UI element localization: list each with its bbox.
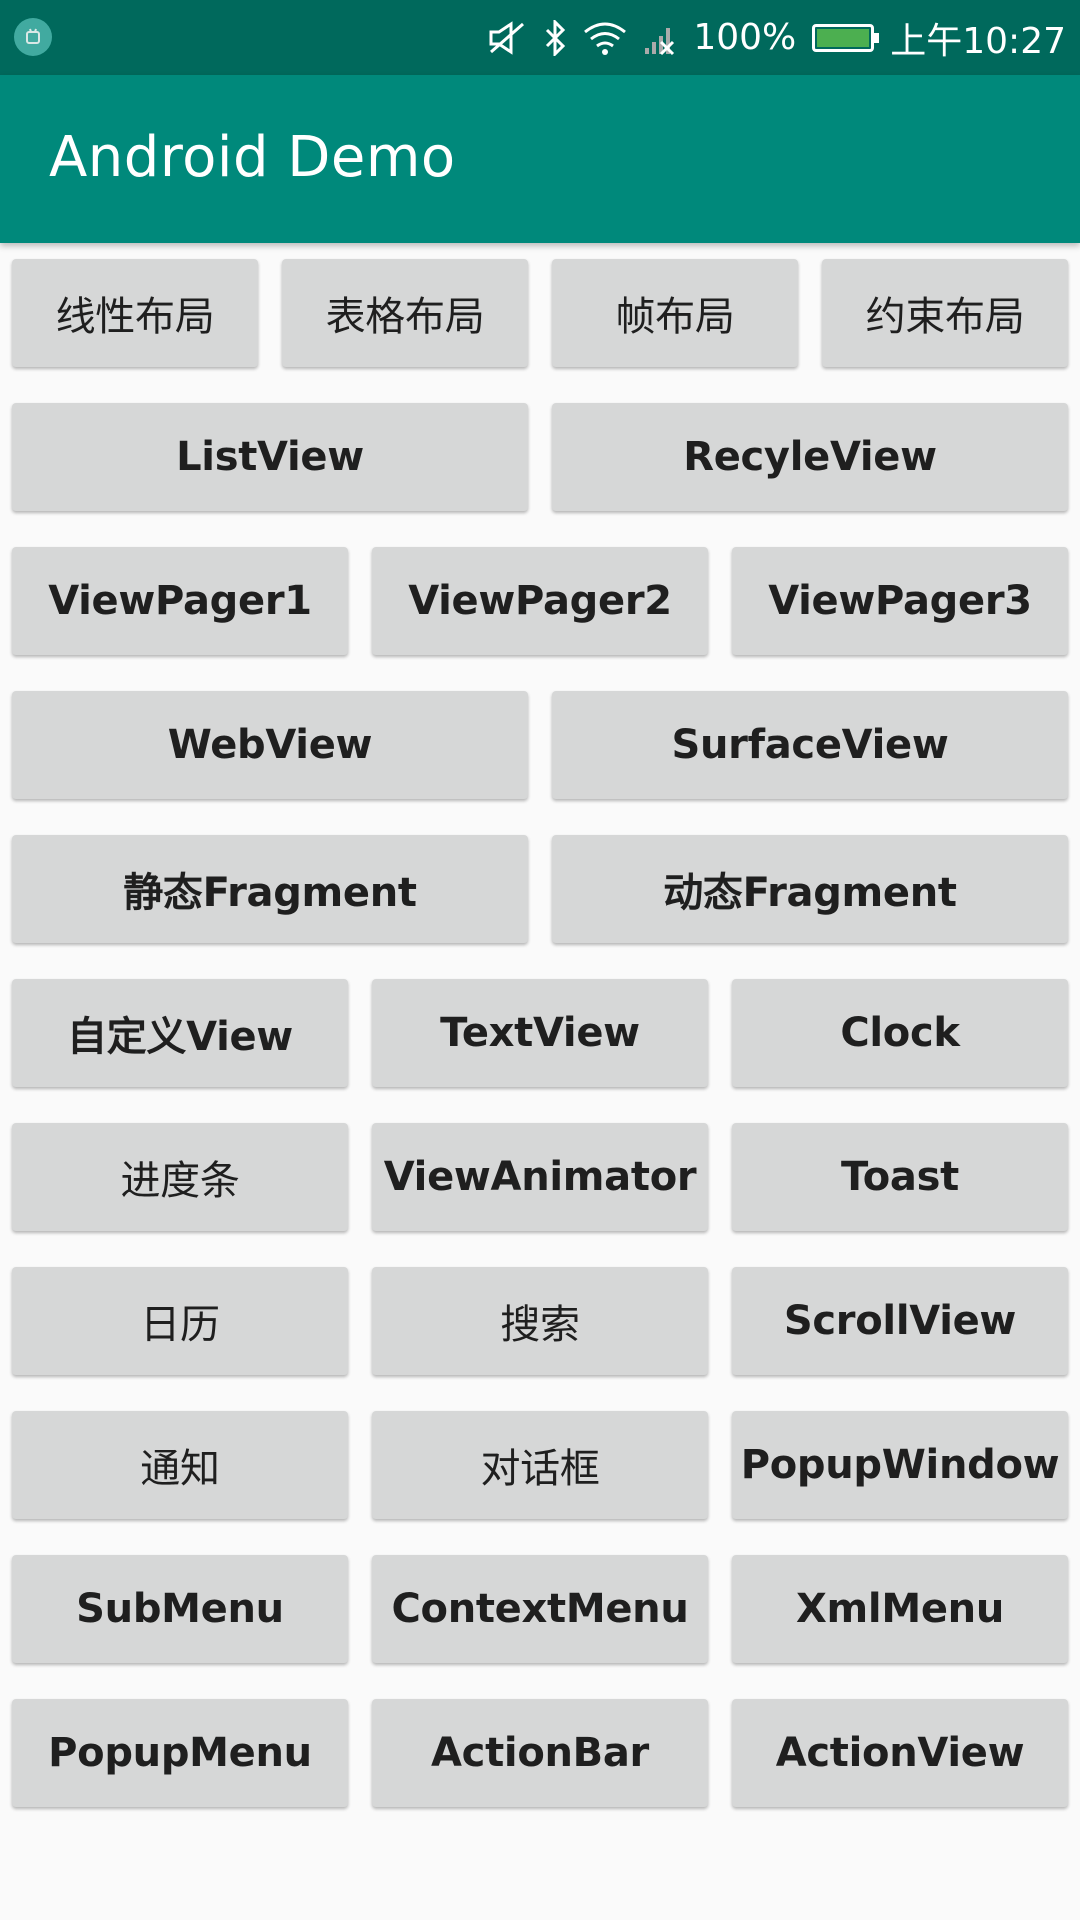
demo-button[interactable]: ActionView	[732, 1699, 1068, 1807]
button-row: 静态Fragment 动态Fragment	[12, 835, 1068, 943]
button-row: SubMenu ContextMenu XmlMenu	[12, 1555, 1068, 1663]
demo-button[interactable]: 通知	[12, 1411, 348, 1519]
demo-button[interactable]: SubMenu	[12, 1555, 348, 1663]
button-row: WebView SurfaceView	[12, 691, 1068, 799]
demo-button[interactable]: ViewPager3	[732, 547, 1068, 655]
button-row: 进度条 ViewAnimator Toast	[12, 1123, 1068, 1231]
demo-button[interactable]: RecyleView	[552, 403, 1068, 511]
battery-percent: 100%	[693, 17, 797, 58]
demo-button[interactable]: XmlMenu	[732, 1555, 1068, 1663]
demo-button[interactable]: Clock	[732, 979, 1068, 1087]
mute-icon	[487, 20, 527, 56]
status-time: 上午10:27	[890, 20, 1066, 62]
demo-button[interactable]: 对话框	[372, 1411, 708, 1519]
demo-button[interactable]: ScrollView	[732, 1267, 1068, 1375]
wifi-icon	[583, 20, 627, 56]
android-debug-icon	[14, 18, 52, 56]
demo-button[interactable]: 静态Fragment	[12, 835, 528, 943]
demo-button[interactable]: ActionBar	[372, 1699, 708, 1807]
demo-button[interactable]: 进度条	[12, 1123, 348, 1231]
demo-button[interactable]: SurfaceView	[552, 691, 1068, 799]
demo-button[interactable]: ViewPager2	[372, 547, 708, 655]
button-row: ListView RecyleView	[12, 403, 1068, 511]
demo-button[interactable]: WebView	[12, 691, 528, 799]
demo-button[interactable]: 帧布局	[552, 259, 798, 367]
demo-button[interactable]: ListView	[12, 403, 528, 511]
button-row: ViewPager1 ViewPager2 ViewPager3	[12, 547, 1068, 655]
battery-icon	[812, 23, 880, 52]
demo-button[interactable]: 动态Fragment	[552, 835, 1068, 943]
demo-button[interactable]: Toast	[732, 1123, 1068, 1231]
demo-button[interactable]: 线性布局	[12, 259, 258, 367]
demo-button[interactable]: ContextMenu	[372, 1555, 708, 1663]
demo-button[interactable]: 自定义View	[12, 979, 348, 1087]
demo-button[interactable]: 表格布局	[282, 259, 528, 367]
demo-button[interactable]: PopupMenu	[12, 1699, 348, 1807]
button-row: PopupMenu ActionBar ActionView	[12, 1699, 1068, 1807]
app-bar: Android Demo	[0, 75, 1080, 243]
demo-button[interactable]: 搜索	[372, 1267, 708, 1375]
button-row: 通知 对话框 PopupWindow	[12, 1411, 1068, 1519]
button-row: 线性布局 表格布局 帧布局 约束布局	[12, 259, 1068, 367]
demo-button[interactable]: PopupWindow	[732, 1411, 1068, 1519]
demo-button[interactable]: 日历	[12, 1267, 348, 1375]
bluetooth-icon	[543, 19, 567, 56]
status-bar: 100% 上午10:27	[0, 0, 1080, 75]
demo-button[interactable]: TextView	[372, 979, 708, 1087]
app-title: Android Demo	[49, 125, 456, 190]
demo-button[interactable]: ViewAnimator	[372, 1123, 708, 1231]
button-row: 自定义View TextView Clock	[12, 979, 1068, 1087]
demo-button[interactable]: ViewPager1	[12, 547, 348, 655]
button-row: 日历 搜索 ScrollView	[12, 1267, 1068, 1375]
no-signal-icon	[643, 20, 677, 56]
demo-button[interactable]: 约束布局	[822, 259, 1068, 367]
